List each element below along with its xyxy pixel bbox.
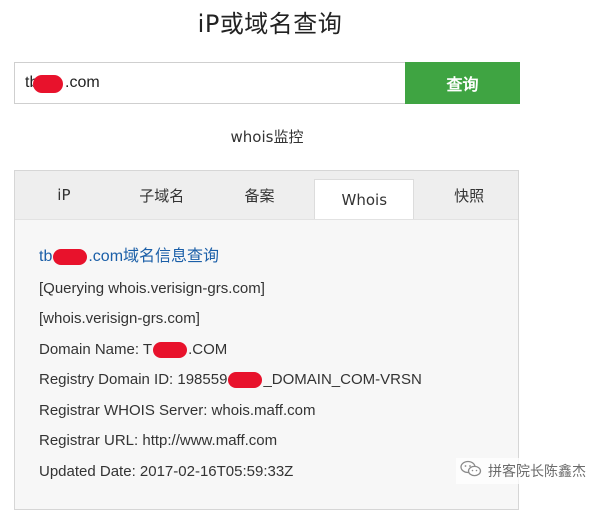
registry-id-suffix: _DOMAIN_COM-VRSN	[263, 371, 422, 388]
watermark: 拼客院长陈鑫杰	[456, 458, 590, 484]
search-button[interactable]: 查询	[405, 62, 520, 104]
domain-search-input[interactable]	[14, 62, 405, 104]
redaction-mark	[53, 248, 88, 265]
tab-ip[interactable]: iP	[15, 171, 113, 219]
result-tabs: iP 子域名 备案 Whois 快照	[15, 171, 518, 220]
whois-line-server: [whois.verisign-grs.com]	[39, 310, 200, 327]
domain-name-suffix: .COM	[188, 340, 228, 358]
tab-icp-filing[interactable]: 备案	[211, 171, 309, 219]
wechat-icon	[460, 460, 482, 482]
whois-monitor-link[interactable]: whois监控	[0, 126, 534, 147]
tab-whois[interactable]: Whois	[314, 179, 415, 219]
page-title: iP或域名查询	[197, 10, 343, 38]
whois-line-domain-name: Domain Name: T .COM	[39, 335, 518, 366]
whois-heading-suffix: .com域名信息查询	[88, 248, 220, 265]
redaction-mark	[33, 75, 63, 93]
whois-heading[interactable]: tb .com域名信息查询	[39, 242, 518, 273]
tab-subdomain[interactable]: 子域名	[113, 171, 211, 219]
whois-line-registrar-url: Registrar URL: http://www.maff.com	[39, 432, 278, 449]
whois-content: tb .com域名信息查询 [Querying whois.verisign-gr…	[15, 220, 518, 487]
whois-line-querying: [Querying whois.verisign-grs.com]	[39, 279, 265, 297]
whois-line-registrar-whois: Registrar WHOIS Server: whois.maff.com	[39, 401, 316, 419]
whois-line-registry-id: Registry Domain ID: 198559 _DOMAIN_COM-VR…	[39, 365, 518, 396]
redaction-mark	[228, 372, 263, 389]
search-bar: 查询	[14, 62, 520, 104]
tab-snapshot[interactable]: 快照	[420, 171, 518, 219]
registry-id-label: Registry Domain ID: 198559	[39, 371, 228, 388]
whois-heading-prefix: tb	[39, 248, 53, 265]
redaction-mark	[153, 341, 188, 358]
watermark-text: 拼客院长陈鑫杰	[488, 464, 586, 480]
domain-name-label: Domain Name: T	[39, 340, 153, 358]
results-panel: iP 子域名 备案 Whois 快照 tb .com域名信息查询 [Queryin…	[14, 170, 519, 510]
whois-line-updated-date: Updated Date: 2017-02-16T05:59:33Z	[39, 462, 294, 480]
